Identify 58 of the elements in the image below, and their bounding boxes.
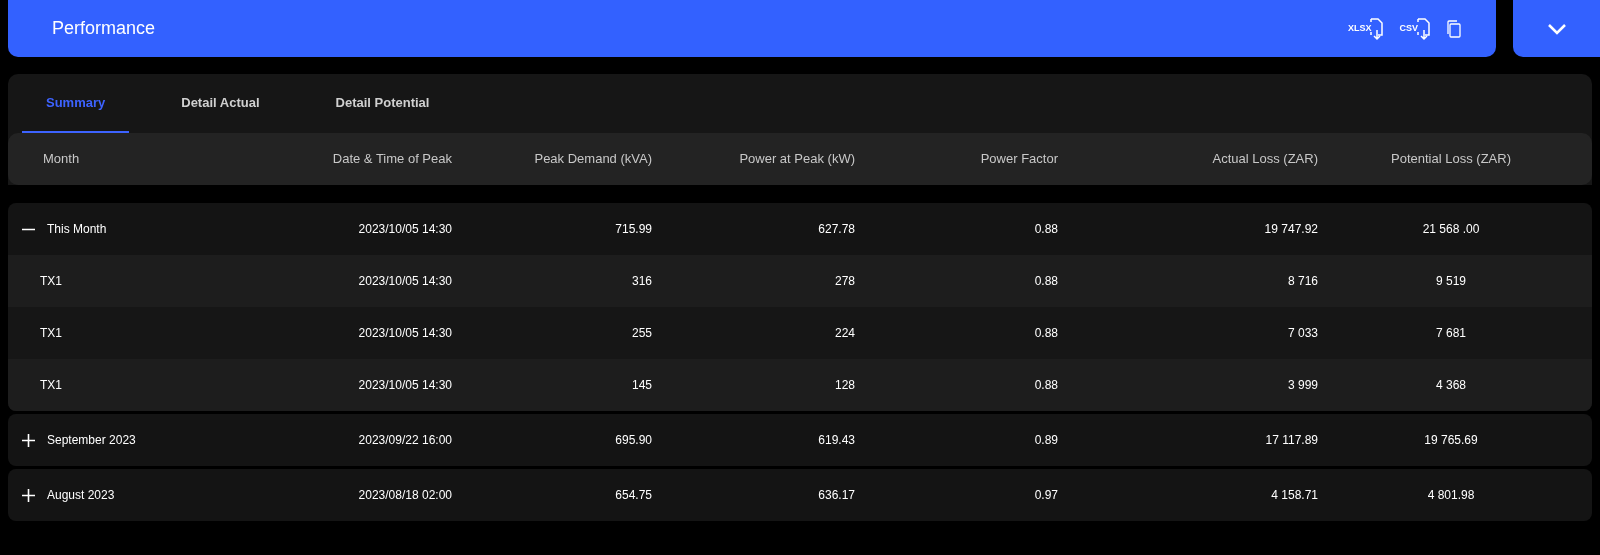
table-cell-text: 2023/10/05 14:30: [357, 377, 452, 394]
copy-button[interactable]: [1446, 18, 1462, 39]
table-cell-text: 21 568 .00: [1421, 221, 1481, 238]
table-cell-text: 255: [630, 325, 652, 342]
table-cell-text: 9 519: [1435, 273, 1467, 290]
table-cell-text: 2023/10/05 14:30: [357, 221, 452, 238]
table-cell-text: 0.89: [1033, 432, 1058, 449]
table-cell-text: 19 747.92: [1263, 221, 1318, 238]
table-cell-text: 3 999: [1286, 377, 1318, 394]
table-cell-text: 8 716: [1286, 273, 1318, 290]
csv-download-button[interactable]: CSV: [1399, 15, 1432, 42]
expand-icon[interactable]: [22, 488, 35, 502]
table-cell-text: 4 158.71: [1270, 487, 1318, 504]
table-cell-text: 316: [630, 273, 652, 290]
table-cell-text: 17 117.89: [1264, 432, 1318, 449]
table-cell-text: TX1: [40, 377, 63, 394]
table-cell-text: 715.99: [614, 221, 652, 238]
column-header: Date & Time of Peak: [331, 150, 452, 169]
table-cell-text: August 2023: [47, 487, 116, 504]
table-cell-text: 4 801.98: [1426, 487, 1476, 504]
table-cell-text: 0.88: [1033, 325, 1058, 342]
chevron-icon: [1546, 22, 1567, 35]
table-cell-text: September 2023: [47, 432, 137, 449]
table-cell-text: 654.75: [614, 487, 652, 504]
table-cell-text: 4 368: [1435, 377, 1467, 394]
table-cell-text: 2023/09/22 16:00: [357, 432, 452, 449]
table-cell-text: 2023/10/05 14:30: [357, 273, 452, 290]
table-cell-text: 695.90: [614, 432, 652, 449]
table-cell-text: 636.17: [817, 487, 855, 504]
table-cell-text: 0.88: [1033, 273, 1058, 290]
table-cell-text: 627.78: [817, 221, 855, 238]
expand-icon[interactable]: [22, 433, 35, 447]
column-header: Actual Loss (ZAR): [1211, 150, 1318, 169]
column-header: Power at Peak (kW): [738, 150, 855, 169]
table-cell-text: 19 765.69: [1423, 432, 1479, 449]
column-header: Power Factor: [979, 150, 1058, 169]
table-cell-text: 278: [833, 273, 855, 290]
table-cell-text: 145: [630, 377, 652, 394]
table-cell-text: TX1: [40, 325, 63, 342]
table-cell-text: 7 033: [1286, 325, 1318, 342]
table-cell-text: 128: [833, 377, 855, 394]
column-header: Month: [42, 150, 81, 169]
table-cell-text: 2023/08/18 02:00: [357, 487, 452, 504]
column-header: Peak Demand (kVA): [533, 150, 652, 169]
column-header: Potential Loss (ZAR): [1390, 150, 1512, 169]
table-cell-text: 2023/10/05 14:30: [357, 325, 452, 342]
table-cell-text: TX1: [40, 273, 63, 290]
tab[interactable]: Detail Actual: [157, 74, 284, 133]
panel-title: Performance: [52, 17, 157, 40]
table-cell-text: 7 681: [1435, 325, 1467, 342]
tab[interactable]: Detail Potential: [311, 74, 454, 133]
table-cell-text: 224: [833, 325, 855, 342]
xlsx-download-button[interactable]: XLSX: [1347, 15, 1386, 42]
table-cell-text: 0.97: [1033, 487, 1058, 504]
table-cell-text: 0.88: [1033, 377, 1058, 394]
table-cell-text: 0.88: [1033, 221, 1058, 238]
table-cell-text: 619.43: [817, 432, 855, 449]
table-cell-text: This Month: [47, 221, 108, 238]
